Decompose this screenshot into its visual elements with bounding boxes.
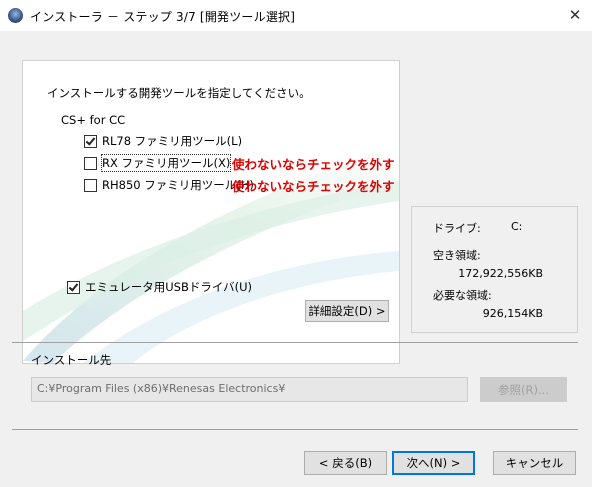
- option-rx[interactable]: RX ファミリ用ツール(X): [84, 154, 232, 172]
- drive-label: ドライブ:: [433, 222, 481, 235]
- divider-top: [12, 342, 578, 343]
- tool-selection-panel: インストールする開発ツールを指定してください。 CS+ for CC RL78 …: [22, 60, 400, 364]
- disk-info-panel: ドライブ: C: 空き領域: 172,922,556KB 必要な領域: 926,…: [411, 206, 578, 333]
- browse-button[interactable]: 参照(R)...: [480, 377, 567, 402]
- install-destination-label: インストール先: [31, 353, 112, 367]
- window-title: インストーラ － ステップ 3/7 [開発ツール選択]: [30, 10, 296, 24]
- option-usb-driver-label: エミュレータ用USBドライバ(U): [85, 280, 253, 294]
- checkbox-rl78[interactable]: [84, 134, 97, 148]
- option-rx-label: RX ファミリ用ツール(X): [100, 154, 232, 172]
- dialog-body: インストールする開発ツールを指定してください。 CS+ for CC RL78 …: [0, 31, 592, 487]
- group-label-csplus: CS+ for CC: [61, 113, 126, 127]
- option-rh850[interactable]: RH850 ファミリ用ツール(H): [84, 176, 254, 194]
- install-path-field[interactable]: C:¥Program Files (x86)¥Renesas Electroni…: [31, 377, 468, 402]
- back-button[interactable]: < 戻る(B): [304, 451, 387, 475]
- close-icon[interactable]: ✕: [560, 2, 590, 29]
- option-rl78-label: RL78 ファミリ用ツール(L): [102, 134, 243, 148]
- divider-bottom: [12, 429, 578, 430]
- instruction-text: インストールする開発ツールを指定してください。: [47, 86, 311, 100]
- note-rx: 使わないならチェックを外す: [232, 157, 395, 172]
- required-space-label: 必要な領域:: [433, 289, 492, 302]
- checkbox-rh850[interactable]: [84, 178, 97, 192]
- drive-value: C:: [511, 220, 523, 233]
- checkbox-usb-driver[interactable]: [67, 280, 80, 294]
- details-button[interactable]: 詳細設定(D) >: [305, 300, 389, 322]
- required-space-value: 926,154KB: [482, 307, 543, 320]
- option-usb-driver[interactable]: エミュレータ用USBドライバ(U): [67, 278, 252, 296]
- cancel-button[interactable]: キャンセル: [493, 451, 576, 475]
- title-bar: インストーラ － ステップ 3/7 [開発ツール選択] ✕: [0, 0, 592, 31]
- option-rl78[interactable]: RL78 ファミリ用ツール(L): [84, 132, 294, 150]
- app-icon: [8, 8, 23, 23]
- free-space-value: 172,922,556KB: [458, 267, 543, 280]
- free-space-label: 空き領域:: [433, 249, 481, 262]
- note-rh850: 使わないならチェックを外す: [232, 179, 395, 194]
- checkbox-rx[interactable]: [84, 156, 97, 170]
- next-button[interactable]: 次へ(N) >: [392, 451, 475, 475]
